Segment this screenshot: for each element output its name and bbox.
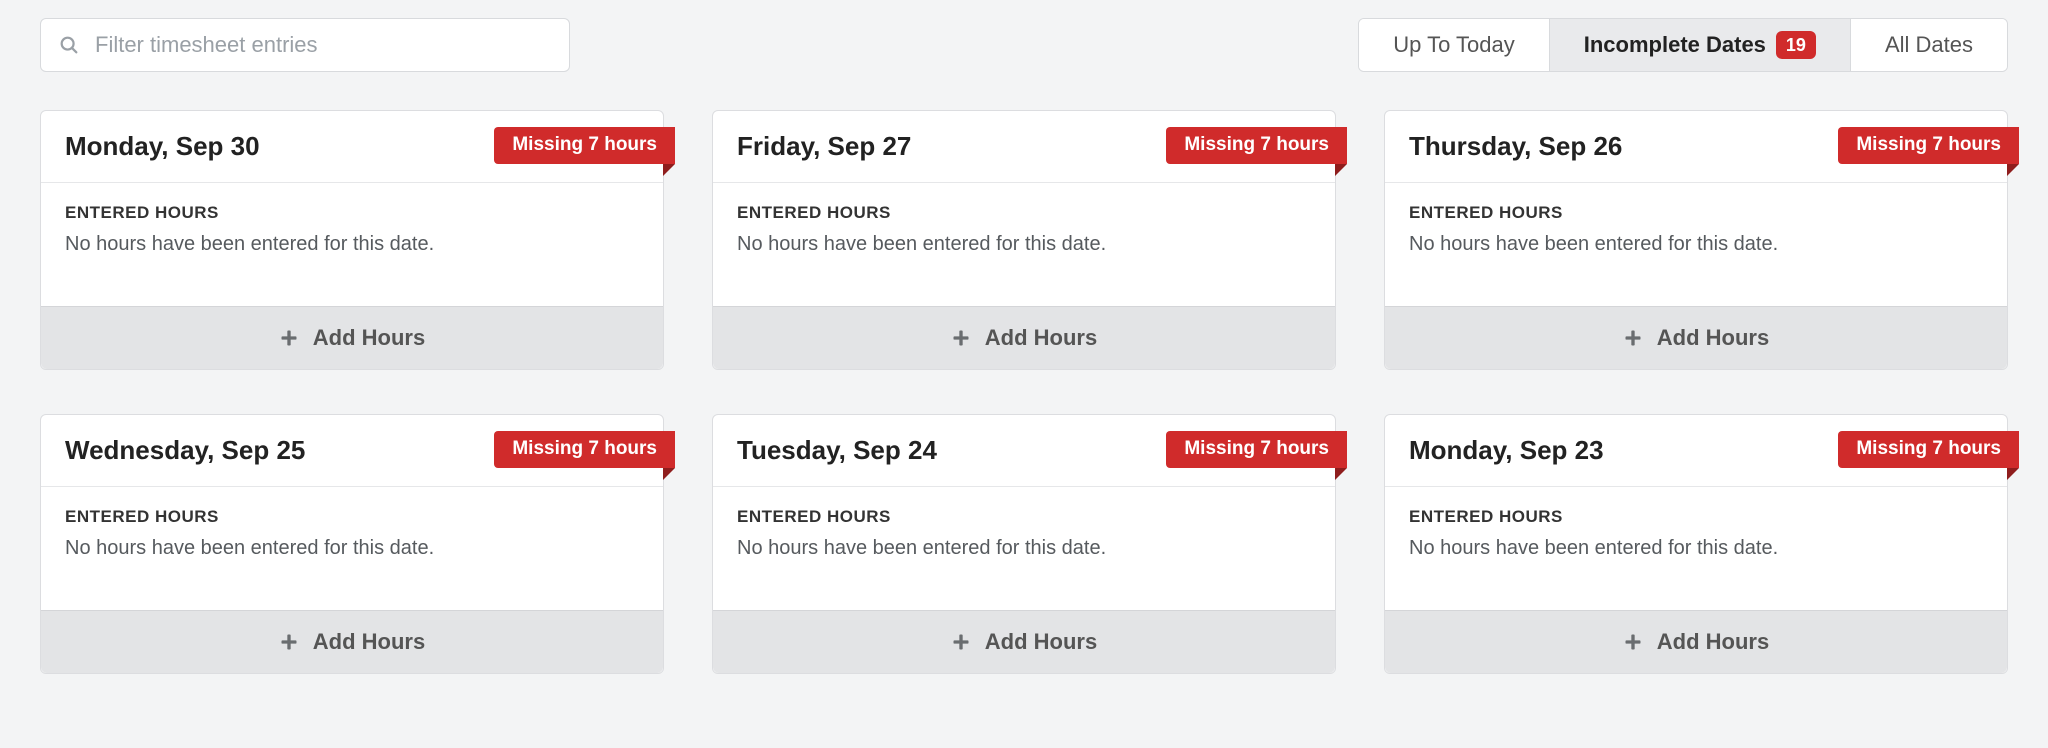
no-hours-text: No hours have been entered for this date… [65,537,639,560]
timesheet-card: Missing 7 hours Tuesday, Sep 24 ENTERED … [712,414,1336,674]
add-hours-label: Add Hours [985,325,1097,351]
card-body: ENTERED HOURS No hours have been entered… [713,487,1335,610]
timesheet-card: Missing 7 hours Monday, Sep 30 ENTERED H… [40,110,664,370]
plus-icon [951,328,971,348]
missing-hours-ribbon: Missing 7 hours [494,431,675,468]
incomplete-count-badge: 19 [1776,31,1816,59]
missing-hours-ribbon: Missing 7 hours [1166,431,1347,468]
card-body: ENTERED HOURS No hours have been entered… [1385,183,2007,306]
card-body: ENTERED HOURS No hours have been entered… [41,183,663,306]
card-body: ENTERED HOURS No hours have been entered… [41,487,663,610]
tab-up-to-today[interactable]: Up To Today [1359,19,1550,71]
tab-label: Incomplete Dates [1584,32,1766,58]
add-hours-label: Add Hours [985,629,1097,655]
search-icon [58,34,80,56]
no-hours-text: No hours have been entered for this date… [65,233,639,256]
no-hours-text: No hours have been entered for this date… [1409,537,1983,560]
entered-hours-label: ENTERED HOURS [65,203,639,223]
plus-icon [279,328,299,348]
timesheet-card: Missing 7 hours Thursday, Sep 26 ENTERED… [1384,110,2008,370]
filter-timesheet-input[interactable] [40,18,570,72]
add-hours-button[interactable]: Add Hours [41,610,663,673]
add-hours-button[interactable]: Add Hours [713,610,1335,673]
top-bar: Up To Today Incomplete Dates 19 All Date… [40,18,2008,72]
timesheet-card: Missing 7 hours Friday, Sep 27 ENTERED H… [712,110,1336,370]
missing-hours-ribbon: Missing 7 hours [1838,127,2019,164]
tab-label: All Dates [1885,32,1973,58]
plus-icon [1623,632,1643,652]
entered-hours-label: ENTERED HOURS [737,507,1311,527]
add-hours-label: Add Hours [313,629,425,655]
add-hours-button[interactable]: Add Hours [1385,610,2007,673]
tab-label: Up To Today [1393,32,1515,58]
missing-hours-ribbon: Missing 7 hours [494,127,675,164]
plus-icon [951,632,971,652]
timesheet-cards-grid: Missing 7 hours Monday, Sep 30 ENTERED H… [40,110,2008,674]
no-hours-text: No hours have been entered for this date… [737,537,1311,560]
add-hours-button[interactable]: Add Hours [41,306,663,369]
add-hours-button[interactable]: Add Hours [713,306,1335,369]
tab-incomplete-dates[interactable]: Incomplete Dates 19 [1550,19,1851,71]
entered-hours-label: ENTERED HOURS [1409,203,1983,223]
card-body: ENTERED HOURS No hours have been entered… [713,183,1335,306]
no-hours-text: No hours have been entered for this date… [737,233,1311,256]
entered-hours-label: ENTERED HOURS [65,507,639,527]
timesheet-card: Missing 7 hours Monday, Sep 23 ENTERED H… [1384,414,2008,674]
plus-icon [279,632,299,652]
missing-hours-ribbon: Missing 7 hours [1838,431,2019,468]
timesheet-card: Missing 7 hours Wednesday, Sep 25 ENTERE… [40,414,664,674]
card-body: ENTERED HOURS No hours have been entered… [1385,487,2007,610]
plus-icon [1623,328,1643,348]
add-hours-label: Add Hours [1657,629,1769,655]
search-wrap [40,18,570,72]
entered-hours-label: ENTERED HOURS [737,203,1311,223]
add-hours-label: Add Hours [1657,325,1769,351]
date-filter-tabs: Up To Today Incomplete Dates 19 All Date… [1358,18,2008,72]
add-hours-label: Add Hours [313,325,425,351]
tab-all-dates[interactable]: All Dates [1851,19,2007,71]
no-hours-text: No hours have been entered for this date… [1409,233,1983,256]
missing-hours-ribbon: Missing 7 hours [1166,127,1347,164]
add-hours-button[interactable]: Add Hours [1385,306,2007,369]
entered-hours-label: ENTERED HOURS [1409,507,1983,527]
